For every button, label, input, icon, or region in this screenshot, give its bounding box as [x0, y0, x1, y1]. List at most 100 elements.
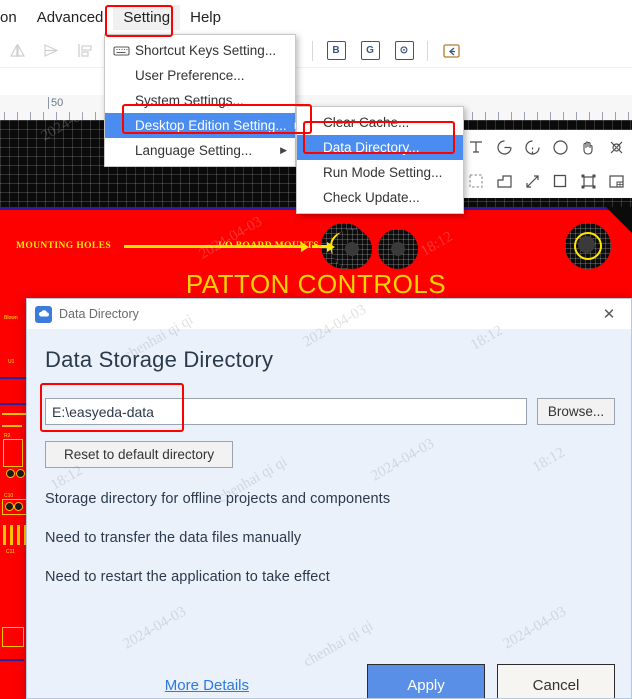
arc-alt-tool-icon[interactable] [518, 133, 546, 161]
trace-segment [17, 525, 20, 545]
arc-tool-icon[interactable] [490, 133, 518, 161]
trace-label: Blown [4, 315, 18, 321]
flip-icon[interactable] [38, 38, 64, 64]
browse-button[interactable]: Browse... [537, 398, 615, 425]
menu-item-label: System Settings... [135, 93, 244, 108]
ruler-tick [550, 112, 551, 120]
ruler-tick [95, 112, 96, 120]
board-layer-button[interactable]: B [323, 38, 349, 64]
ruler-tick [511, 112, 512, 120]
via-pad [5, 502, 14, 511]
menubar-item-help[interactable]: Help [180, 5, 231, 30]
info-line-restart-application: Need to restart the application to take … [45, 569, 330, 585]
trace-segment [3, 525, 6, 545]
ruler-tick [56, 112, 57, 120]
menu-item-run-mode-setting[interactable]: Run Mode Setting... [297, 160, 463, 185]
menu-item-check-update[interactable]: Check Update... [297, 185, 463, 210]
info-line-storage-directory: Storage directory for offline projects a… [45, 491, 391, 507]
ruler-tick [82, 112, 83, 120]
apply-button[interactable]: Apply [367, 664, 485, 698]
menu-item-system-settings[interactable]: System Settings... [105, 88, 295, 113]
tool-palette-row-2 [460, 164, 632, 198]
select-region-icon[interactable] [462, 167, 490, 195]
via-layer-button[interactable]: ⊙ [391, 38, 417, 64]
menu-item-language-setting[interactable]: Language Setting... ▶ [105, 138, 295, 163]
pan-tool-icon[interactable] [574, 133, 602, 161]
component-footprint [2, 627, 24, 647]
tool-palette [460, 130, 632, 198]
application-window: on Advanced Setting Help DRC [0, 0, 632, 699]
mirror-icon[interactable] [4, 38, 30, 64]
menu-item-label: Language Setting... [135, 143, 253, 158]
panel-tool-icon[interactable] [602, 167, 630, 195]
menubar-item-setting[interactable]: Setting [113, 4, 181, 30]
trace-segment [0, 659, 24, 661]
via-tool-icon[interactable] [602, 133, 630, 161]
cancel-button[interactable]: Cancel [497, 664, 615, 698]
menu-item-clear-cache[interactable]: Clear Cache... [297, 110, 463, 135]
ruler-tick [628, 112, 629, 120]
reset-to-default-directory-button[interactable]: Reset to default directory [45, 441, 234, 468]
menu-item-user-preference[interactable]: User Preference... [105, 63, 295, 88]
close-icon[interactable]: ✕ [587, 299, 631, 329]
trace-label: C10 [4, 493, 14, 499]
toolbar-separator [312, 40, 313, 61]
polygon-tool-icon[interactable] [490, 167, 518, 195]
data-directory-input[interactable] [45, 398, 527, 425]
trace-segment [2, 425, 22, 427]
trace-label: R2 [4, 433, 11, 439]
data-directory-dialog: Data Directory ✕ Data Storage Directory … [26, 298, 632, 699]
trace-segment [10, 525, 13, 545]
silk-label-io-board-mounts: I/O BOARD MOUNTS [218, 241, 319, 251]
menubar-item-advanced[interactable]: Advanced [27, 5, 114, 30]
more-details-link[interactable]: More Details [165, 677, 249, 694]
desktop-edition-submenu: Clear Cache... Data Directory... Run Mod… [296, 106, 464, 214]
info-line-transfer-files: Need to transfer the data files manually [45, 530, 302, 546]
menu-item-desktop-edition-setting[interactable]: Desktop Edition Setting... ▶ [105, 113, 302, 138]
io-board-mount-bore [345, 242, 359, 256]
menu-bar: on Advanced Setting Help [0, 0, 632, 34]
dialog-heading: Data Storage Directory [45, 347, 274, 372]
mounting-hole-bore [578, 236, 595, 253]
toolbar-separator [427, 40, 428, 61]
ruler-tick [589, 112, 590, 120]
ruler-tick [563, 112, 564, 120]
path-row: Browse... [43, 398, 615, 425]
setting-dropdown-menu: Shortcut Keys Setting... User Preference… [104, 34, 302, 167]
ruler-tick [498, 112, 499, 120]
main-toolbar: DRC B G ⊙ [0, 34, 632, 68]
menu-item-label: Shortcut Keys Setting... [135, 43, 277, 58]
ruler-tick [17, 112, 18, 120]
text-tool-icon[interactable] [462, 133, 490, 161]
menu-item-data-directory[interactable]: Data Directory... [297, 135, 463, 160]
ruler-tick [30, 112, 31, 120]
ruler-tick [537, 112, 538, 120]
menu-item-label: Run Mode Setting... [323, 165, 443, 180]
io-board-mounts-arrow [312, 241, 335, 252]
ruler-tick-label: 50 [48, 97, 63, 109]
trace-segment [0, 377, 26, 379]
group-tool-icon[interactable] [574, 167, 602, 195]
trace-label: U1 [8, 359, 15, 365]
circle-tool-icon[interactable] [546, 133, 574, 161]
ruler-tick [602, 112, 603, 120]
easyeda-cloud-icon [35, 305, 52, 323]
ruler-tick [615, 112, 616, 120]
measure-tool-icon[interactable] [518, 167, 546, 195]
ruler-tick [43, 112, 44, 120]
menu-item-shortcut-keys-setting[interactable]: Shortcut Keys Setting... [105, 38, 295, 63]
trace-segment [2, 413, 26, 415]
ground-layer-button[interactable]: G [357, 38, 383, 64]
menubar-item-on[interactable]: on [0, 5, 27, 30]
ruler-tick [69, 112, 70, 120]
import-folder-icon[interactable] [438, 38, 464, 64]
via-pad [14, 502, 23, 511]
menu-item-label: User Preference... [135, 68, 245, 83]
menu-item-label: Desktop Edition Setting... [135, 118, 287, 133]
align-left-icon[interactable] [72, 38, 98, 64]
menu-item-label: Check Update... [323, 190, 420, 205]
dialog-title: Data Directory [59, 307, 139, 321]
via-pad [16, 469, 25, 478]
dialog-footer: More Details Apply Cancel [27, 664, 631, 698]
rectangle-tool-icon[interactable] [546, 167, 574, 195]
